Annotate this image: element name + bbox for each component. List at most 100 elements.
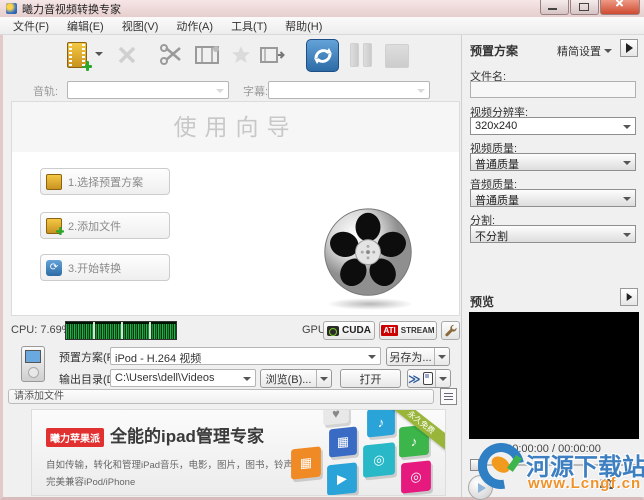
audio-track-select[interactable] <box>67 81 229 99</box>
menu-edit[interactable]: 编辑(E) <box>58 16 113 36</box>
preview-time: 00:00:00 / 00:00:00 <box>506 443 601 455</box>
save-as-button[interactable]: 另存为... <box>386 347 450 366</box>
seek-thumb[interactable] <box>470 459 479 471</box>
add-file-dropdown-caret[interactable] <box>95 52 103 56</box>
open-label: 打开 <box>359 373 382 386</box>
cube-icon: ▦ <box>329 426 357 458</box>
ati-icon: ATI <box>381 325 398 336</box>
wizard-step-select-preset[interactable]: 1.选择预置方案 <box>40 168 170 195</box>
wizard-step-start-convert[interactable]: ⟳ 3.开始转换 <box>40 254 170 281</box>
preset-icon <box>46 173 62 190</box>
menu-bar: 文件(F) 编辑(E) 视图(V) 动作(A) 工具(T) 帮助(H) <box>0 17 644 35</box>
scissors-icon <box>160 44 181 65</box>
device-icon <box>21 346 45 382</box>
play-button[interactable] <box>468 475 493 500</box>
toolbar <box>3 38 461 76</box>
subtitle-select[interactable] <box>268 81 430 99</box>
subtitle-label: 字幕: <box>243 86 269 98</box>
settings-mode-toggle[interactable]: 精简设置 <box>557 43 612 59</box>
browse-dropdown-caret[interactable] <box>320 376 328 381</box>
cube-icon: ◎ <box>363 442 395 478</box>
browse-label: 浏览(B)... <box>265 373 312 386</box>
crop-button[interactable] <box>191 40 223 70</box>
window-title: 曦力音视频转换专家 <box>22 3 121 16</box>
browse-button[interactable]: 浏览(B)... <box>260 369 332 388</box>
cube-icon: ♪ <box>367 410 395 438</box>
split-select[interactable]: 不分割 <box>470 225 636 243</box>
pause-icon <box>350 43 359 67</box>
video-quality-select[interactable]: 普通质量 <box>470 153 636 171</box>
ati-stream-label: STREAM <box>400 326 435 335</box>
wizard-step-add-files[interactable]: 2.添加文件 <box>40 212 170 239</box>
gpu-settings-button[interactable] <box>441 321 460 340</box>
track-row: 音轨: 字幕: <box>3 80 461 100</box>
transfer-chevrons: ≫ <box>408 371 421 386</box>
ati-stream-button[interactable]: ATI STREAM <box>379 321 437 340</box>
maximize-button[interactable] <box>570 0 599 15</box>
save-as-label: 另存为... <box>389 351 432 364</box>
open-button[interactable]: 打开 <box>340 369 401 388</box>
menu-tools[interactable]: 工具(T) <box>222 16 276 36</box>
resolution-select[interactable]: 320x240 <box>470 117 636 135</box>
play-icon <box>477 482 486 493</box>
device-mini-icon <box>422 372 433 385</box>
wizard-step-label: 1.选择预置方案 <box>68 176 144 189</box>
minimize-button[interactable] <box>540 0 569 15</box>
panel-title: 预置方案 <box>470 44 519 58</box>
audio-quality-select[interactable]: 普通质量 <box>470 189 636 207</box>
wizard-panel: 使用向导 1.选择预置方案 2.添加文件 ⟳ 3.开始转换 <box>11 101 460 316</box>
cpu-usage-graph <box>65 321 177 340</box>
clip-button[interactable] <box>155 40 187 70</box>
cube-icon: ▶ <box>327 462 357 495</box>
title-bar: 曦力音视频转换专家 <box>0 0 644 17</box>
pause-button <box>348 42 374 68</box>
cpu-usage-label: CPU: 7.69% <box>11 324 72 336</box>
expand-panel-button[interactable] <box>620 39 638 57</box>
snapshot-icon[interactable] <box>600 479 614 489</box>
ad-banner[interactable]: 曦力苹果派 全能的ipad管理专家 自如传输，转化和管理iPad音乐，电影，图片… <box>31 409 446 496</box>
chevron-right-icon <box>626 293 632 301</box>
sync-arrows-icon <box>313 47 332 64</box>
preview-screen <box>469 312 639 439</box>
resource-row: CPU: 7.69% GPU: CUDA ATI STREAM <box>3 320 461 342</box>
stop-button <box>385 44 409 68</box>
chevron-down-icon <box>604 49 612 53</box>
menu-help[interactable]: 帮助(H) <box>276 16 331 36</box>
log-icon[interactable] <box>440 388 457 405</box>
menu-view[interactable]: 视图(V) <box>113 16 168 36</box>
cuda-button[interactable]: CUDA <box>323 321 375 340</box>
film-reel-image <box>320 206 420 310</box>
transfer-dropdown-caret[interactable] <box>439 376 447 381</box>
menu-action[interactable]: 动作(A) <box>167 16 222 36</box>
convert-button[interactable] <box>306 39 339 72</box>
merge-film-icon <box>260 47 285 63</box>
merge-button[interactable] <box>257 40 289 70</box>
menu-file[interactable]: 文件(F) <box>4 16 58 36</box>
preview-title: 预览 <box>470 295 495 309</box>
wizard-title: 使用向导 <box>12 102 459 152</box>
status-message: 请添加文件 <box>8 389 434 404</box>
preview-expand-button[interactable] <box>620 288 638 306</box>
wrench-icon <box>445 324 457 337</box>
nvidia-icon <box>327 325 340 336</box>
transfer-to-device-button[interactable]: ≫ <box>407 369 451 388</box>
preset-panel: 预置方案 精简设置 文件名: 视频分辨率: 320x240 视频质量: 普通质量… <box>461 35 644 500</box>
ad-headline: 全能的ipad管理专家 <box>110 427 264 446</box>
cube-icon: ▦ <box>291 446 321 480</box>
effects-star-icon <box>232 46 250 63</box>
output-dir-select[interactable]: C:\Users\dell\Videos <box>110 369 256 387</box>
close-button[interactable] <box>600 0 640 15</box>
add-file-button[interactable] <box>61 40 93 71</box>
preset-select[interactable]: iPod - H.264 视频 <box>110 347 381 365</box>
add-file-icon <box>67 42 92 71</box>
ad-badge: 曦力苹果派 <box>46 428 104 447</box>
seek-bar[interactable] <box>470 459 637 471</box>
add-file-icon <box>46 217 64 235</box>
film-frame-icon <box>195 46 219 64</box>
sync-icon: ⟳ <box>46 259 62 276</box>
cuda-label: CUDA <box>342 325 371 336</box>
cube-icon: ◎ <box>401 460 431 494</box>
save-as-dropdown-caret[interactable] <box>438 354 446 359</box>
filename-input[interactable] <box>470 81 636 98</box>
audio-track-label: 音轨: <box>33 86 59 98</box>
